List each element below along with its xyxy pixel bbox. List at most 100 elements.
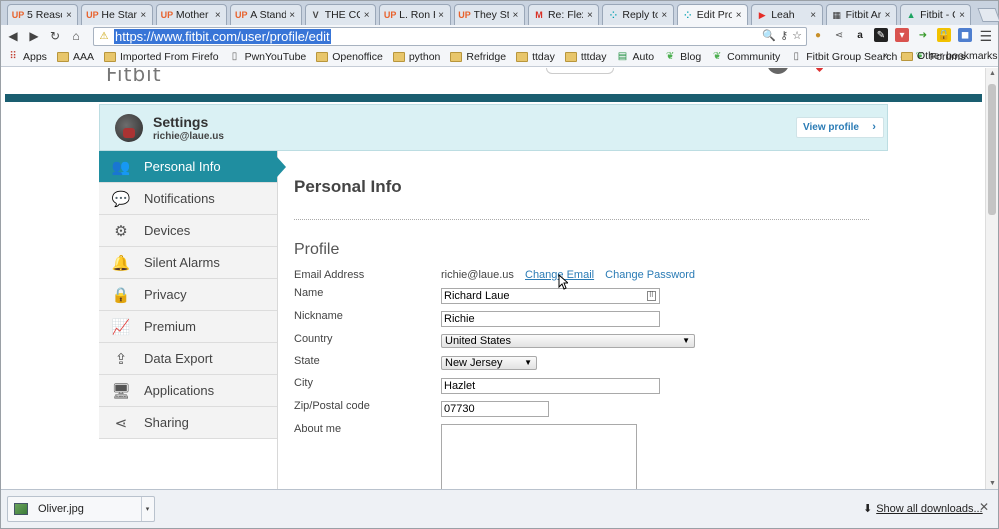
warning-lock-icon[interactable]: ⚠ bbox=[98, 31, 110, 43]
amazon-extension-icon[interactable]: a bbox=[853, 28, 867, 42]
change-password-link[interactable]: Change Password bbox=[605, 269, 695, 281]
cookie-extension-icon[interactable]: ● bbox=[811, 28, 825, 42]
tab-close-icon[interactable]: × bbox=[883, 10, 892, 21]
tab-close-icon[interactable]: × bbox=[660, 10, 669, 21]
tab-close-icon[interactable]: × bbox=[957, 10, 966, 21]
bookmark-item[interactable]: ⠿ Apps bbox=[7, 51, 47, 63]
sidebar-item-privacy[interactable]: 🔒 Privacy bbox=[99, 279, 277, 311]
share-extension-icon[interactable]: ⋖ bbox=[832, 28, 846, 42]
browser-tab[interactable]: UP He Start × bbox=[81, 4, 153, 25]
fitbit-logo[interactable]: Fitbit bbox=[106, 68, 162, 86]
zoom-icon[interactable]: 🔍 bbox=[762, 29, 776, 42]
sidebar-item-data-export[interactable]: ⇪ Data Export bbox=[99, 343, 277, 375]
sidebar-item-sharing[interactable]: ⋖ Sharing bbox=[99, 407, 277, 439]
state-select[interactable]: New Jersey ▼ bbox=[441, 356, 537, 370]
close-icon[interactable]: ✕ bbox=[979, 500, 989, 514]
fitbit-icon: ⁘ bbox=[684, 9, 692, 20]
arrow-extension-icon[interactable]: ➜ bbox=[916, 28, 930, 42]
tab-close-icon[interactable]: × bbox=[213, 10, 222, 21]
country-select[interactable]: United States ▼ bbox=[441, 334, 695, 348]
browser-tab[interactable]: M Re: Flex × bbox=[527, 4, 600, 25]
settings-title: Settings bbox=[153, 114, 209, 130]
browser-tab[interactable]: V THE CO× bbox=[304, 4, 377, 25]
bookmark-item[interactable]: ▤ Auto bbox=[617, 51, 654, 63]
address-bar[interactable]: ⚠ https://www.fitbit.com/user/profile/ed… bbox=[93, 27, 807, 46]
view-profile-button[interactable]: View profile › bbox=[796, 117, 884, 138]
browser-tab[interactable]: ▦ Fitbit Ari × bbox=[825, 4, 898, 25]
show-all-downloads-link[interactable]: ⬇ Show all downloads... bbox=[863, 502, 983, 516]
scroll-down-arrow-icon[interactable]: ▼ bbox=[989, 480, 996, 487]
tab-title: Leah bbox=[771, 9, 795, 21]
browser-tab[interactable]: ⁘ Edit Prof× bbox=[676, 4, 749, 25]
tab-close-icon[interactable]: × bbox=[288, 10, 297, 21]
bookmark-star-icon[interactable]: ☆ bbox=[792, 29, 802, 42]
sidebar-item-label: Devices bbox=[144, 223, 191, 238]
bookmark-item[interactable]: ▯ PwnYouTube bbox=[229, 51, 306, 63]
speech-bubble-icon: 💬 bbox=[111, 190, 131, 208]
nickname-input[interactable]: Richie bbox=[441, 311, 660, 327]
scrollbar-thumb[interactable] bbox=[988, 84, 996, 215]
browser-tab[interactable]: ⁘ Reply to × bbox=[602, 4, 674, 25]
tab-close-icon[interactable]: × bbox=[511, 10, 520, 21]
autofill-key-icon[interactable]: ⠿ bbox=[647, 291, 656, 301]
sidebar-item-silent-alarms[interactable]: 🔔 Silent Alarms bbox=[99, 247, 277, 279]
bookmark-item[interactable]: AAA bbox=[56, 51, 94, 63]
sidebar-item-notifications[interactable]: 💬 Notifications bbox=[99, 183, 277, 215]
forward-arrow-icon[interactable]: ▶ bbox=[25, 27, 43, 45]
browser-tab[interactable]: UPL. Ron H× bbox=[379, 4, 451, 25]
key-icon[interactable]: ⚷ bbox=[780, 29, 788, 42]
tab-title: Mother bbox=[175, 9, 209, 21]
reload-icon[interactable]: ↻ bbox=[46, 27, 64, 45]
bookmark-item[interactable]: Imported From Firefo bbox=[103, 51, 219, 63]
bookmark-item[interactable]: ttday bbox=[516, 51, 555, 63]
browser-tab[interactable]: UP Mother × bbox=[155, 4, 228, 25]
sidebar-item-label: Data Export bbox=[144, 351, 213, 366]
pocket-extension-icon[interactable]: ▾ bbox=[895, 28, 909, 42]
bookmarks-overflow-chevron[interactable]: » bbox=[883, 50, 889, 61]
sidebar-item-personal-info[interactable]: 👥 Personal Info bbox=[99, 151, 286, 183]
header-notification-icon[interactable] bbox=[815, 68, 824, 73]
apps-grid-icon: ⠿ bbox=[9, 51, 17, 62]
hamburger-menu-icon[interactable]: ☰ bbox=[979, 28, 992, 45]
new-tab-button[interactable] bbox=[977, 8, 999, 22]
browser-tab[interactable]: ▲ Fitbit - G× bbox=[900, 4, 972, 25]
tab-close-icon[interactable]: × bbox=[809, 10, 818, 21]
back-arrow-icon[interactable]: ◀ bbox=[4, 27, 22, 45]
bookmark-item[interactable]: tttday bbox=[564, 51, 607, 63]
sidebar-item-premium[interactable]: 📈 Premium bbox=[99, 311, 277, 343]
other-bookmarks[interactable]: Other bookmarks bbox=[901, 50, 998, 62]
page-scrollbar[interactable]: ▲ ▼ bbox=[985, 68, 998, 489]
bookmark-item[interactable]: Openoffice bbox=[316, 51, 383, 63]
sidebar-item-devices[interactable]: ⚙ Devices bbox=[99, 215, 277, 247]
download-item[interactable]: Oliver.jpg ▾ bbox=[7, 496, 155, 522]
home-icon[interactable]: ⌂ bbox=[67, 27, 85, 45]
header-search-box[interactable] bbox=[546, 68, 614, 74]
browser-tab[interactable]: UP They St × bbox=[453, 4, 525, 25]
bookmark-item[interactable]: ❦ Community bbox=[711, 51, 780, 63]
city-input[interactable]: Hazlet bbox=[441, 378, 660, 394]
bookmark-item[interactable]: python bbox=[392, 51, 440, 63]
tab-close-icon[interactable]: × bbox=[734, 10, 743, 21]
evernote-extension-icon[interactable]: ✎ bbox=[874, 28, 888, 42]
tab-close-icon[interactable]: × bbox=[139, 10, 148, 21]
tab-close-icon[interactable]: × bbox=[585, 10, 594, 21]
scroll-up-arrow-icon[interactable]: ▲ bbox=[989, 70, 996, 77]
tab-close-icon[interactable]: × bbox=[362, 10, 371, 21]
sidebar-item-applications[interactable]: 🖥 Applications bbox=[99, 375, 277, 407]
browser-tab[interactable]: ▶ Leah × bbox=[751, 4, 823, 25]
url-text[interactable]: https://www.fitbit.com/user/profile/edit bbox=[114, 29, 331, 44]
browser-tab[interactable]: UP A Stand × bbox=[230, 4, 302, 25]
puzzle-extension-icon[interactable]: ◼ bbox=[958, 28, 972, 42]
dropdown-arrow-icon: ▼ bbox=[524, 358, 532, 367]
about-me-textarea[interactable] bbox=[441, 424, 637, 489]
header-avatar[interactable] bbox=[767, 68, 789, 74]
lock-extension-icon[interactable]: 🔒 bbox=[937, 28, 951, 42]
name-input[interactable]: Richard Laue ⠿ bbox=[441, 288, 660, 304]
bookmark-item[interactable]: Refridge bbox=[450, 51, 506, 63]
tab-close-icon[interactable]: × bbox=[437, 10, 446, 21]
zip-input[interactable]: 07730 bbox=[441, 401, 549, 417]
bookmark-item[interactable]: ❦ Blog bbox=[664, 51, 701, 63]
tab-close-icon[interactable]: × bbox=[64, 10, 73, 21]
browser-tab[interactable]: UP5 Reasons× bbox=[7, 4, 79, 25]
download-menu-caret-icon[interactable]: ▾ bbox=[141, 497, 153, 521]
